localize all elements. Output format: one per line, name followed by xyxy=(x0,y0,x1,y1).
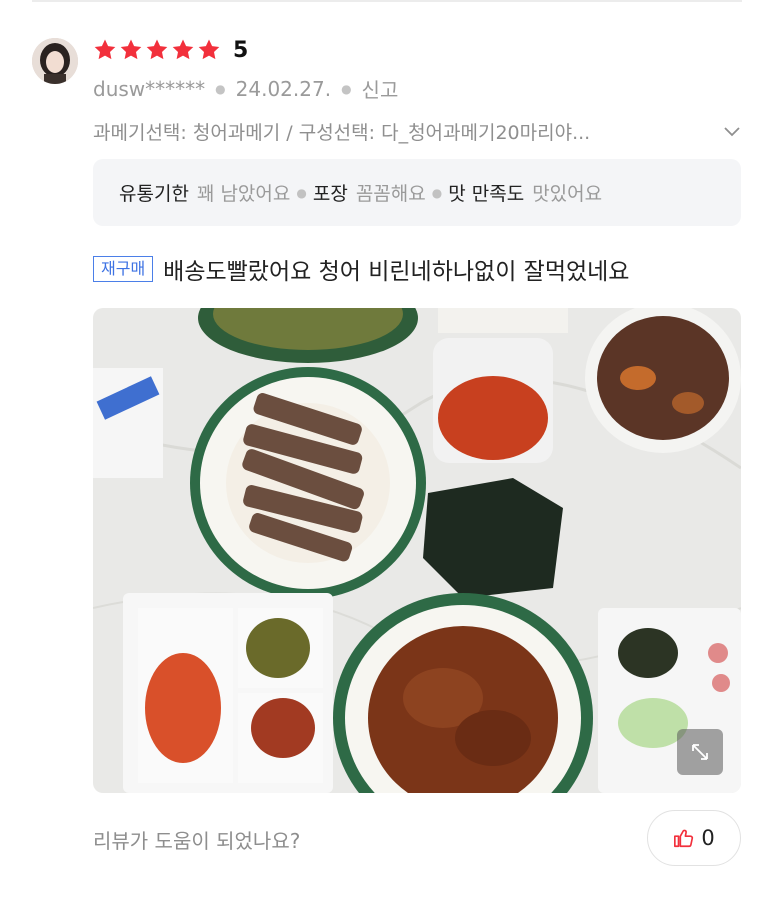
expand-button[interactable] xyxy=(677,729,723,775)
star-icon xyxy=(146,39,168,59)
summary-value-expiry: 꽤 남았어요 xyxy=(196,183,291,205)
summary-key-expiry: 유통기한 xyxy=(119,183,189,205)
review-meta: dusw****** ● 24.02.27. ● 신고 xyxy=(93,74,398,103)
review-photo[interactable] xyxy=(93,308,741,793)
report-link[interactable]: 신고 xyxy=(362,74,399,103)
separator-dot: ● xyxy=(215,81,226,96)
star-icon xyxy=(172,39,194,59)
star-icon xyxy=(94,39,116,59)
user-id: dusw****** xyxy=(93,76,206,101)
divider xyxy=(32,0,742,2)
summary-value-packaging: 꼼꼼해요 xyxy=(355,183,426,205)
star-icon xyxy=(120,39,142,59)
summary-key-taste: 맛 만족도 xyxy=(448,183,525,205)
repurchase-badge: 재구매 xyxy=(93,256,154,282)
separator-dot: ● xyxy=(341,81,352,96)
separator-dot: ● xyxy=(431,185,443,200)
helpful-question: 리뷰가 도움이 되었나요? xyxy=(93,829,301,853)
rating-score: 5 xyxy=(233,38,249,63)
star-icon xyxy=(198,39,220,59)
like-count: 0 xyxy=(701,826,715,850)
summary-key-packaging: 포장 xyxy=(312,183,348,205)
thumbs-up-icon xyxy=(674,829,694,848)
expand-icon xyxy=(692,744,708,760)
purchase-options[interactable]: 과메기선택: 청어과메기 / 구성선택: 다_청어과메기20마리야... xyxy=(93,116,743,146)
options-text: 과메기선택: 청어과메기 / 구성선택: 다_청어과메기20마리야... xyxy=(93,121,591,144)
chevron-down-icon[interactable] xyxy=(721,120,743,142)
review-summary: 유통기한 꽤 남았어요 ● 포장 꼼꼼해요 ● 맛 만족도 맛있어요 xyxy=(93,159,741,226)
review-text: 배송도빨랐어요 청어 비린네하나없이 잘먹었네요 xyxy=(163,259,630,285)
star-rating: 5 xyxy=(93,36,248,63)
review-body: 재구매 배송도빨랐어요 청어 비린네하나없이 잘먹었네요 xyxy=(93,252,629,286)
review-date: 24.02.27. xyxy=(235,76,332,101)
food-photo xyxy=(93,308,741,793)
like-button[interactable]: 0 xyxy=(647,810,741,866)
avatar[interactable] xyxy=(32,38,78,84)
summary-value-taste: 맛있어요 xyxy=(532,183,603,205)
separator-dot: ● xyxy=(296,185,307,200)
